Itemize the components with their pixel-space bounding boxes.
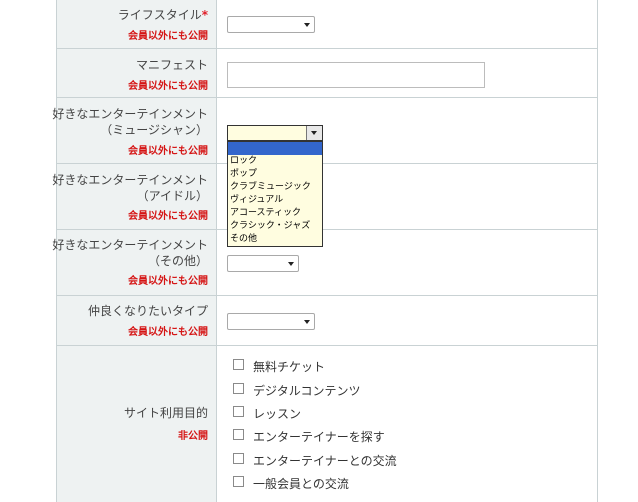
- row-ent-idol: 好きなエンターテインメント （アイドル） 会員以外にも公開: [52, 164, 597, 230]
- ent-idol-label-line1: 好きなエンターテインメント: [52, 173, 208, 187]
- ent-idol-label-line2: （アイドル）: [136, 189, 208, 203]
- dropdown-option[interactable]: [228, 142, 322, 155]
- checkbox[interactable]: [233, 429, 244, 440]
- dropdown-option[interactable]: ポップ: [228, 168, 322, 181]
- ent-other-label-line2: （その他）: [147, 254, 208, 268]
- checkbox[interactable]: [233, 406, 244, 417]
- visibility-badge: 会員以外にも公開: [128, 146, 208, 157]
- manifest-input[interactable]: [227, 62, 485, 88]
- visibility-badge: 会員以外にも公開: [128, 31, 208, 42]
- manifest-label: マニフェスト: [135, 58, 208, 72]
- visibility-badge: 会員以外にも公開: [128, 327, 208, 338]
- visibility-badge: 会員以外にも公開: [128, 211, 208, 222]
- label-cell: ライフスタイル* 会員以外にも公開: [57, 0, 217, 48]
- checkbox-label: エンターテイナーとの交流: [253, 454, 397, 468]
- row-ent-music: 好きなエンターテインメント （ミュージシャン） 会員以外にも公開: [52, 98, 597, 164]
- checkbox[interactable]: [233, 383, 244, 394]
- checkbox-label: 無料チケット: [253, 360, 326, 374]
- dropdown-option[interactable]: アコースティック: [228, 207, 322, 220]
- row-lifestyle: ライフスタイル* 会員以外にも公開: [57, 0, 597, 49]
- row-purpose: サイト利用目的 非公開 無料チケット デジタルコンテンツ レッスン エンターテイ…: [57, 346, 597, 502]
- friend-type-select[interactable]: [227, 313, 315, 330]
- chevron-down-icon: [311, 131, 317, 135]
- label-cell: 好きなエンターテインメント （アイドル） 会員以外にも公開: [52, 164, 217, 229]
- ent-music-options: ロック ポップ クラブミュージック ヴィジュアル アコースティック クラシック・…: [227, 141, 323, 247]
- ent-other-label-line1: 好きなエンターテインメント: [52, 238, 208, 252]
- row-friend-type: 仲良くなりたいタイプ 会員以外にも公開: [57, 296, 597, 346]
- lifestyle-select[interactable]: [227, 16, 315, 33]
- checkbox-label: 一般会員との交流: [253, 477, 349, 491]
- row-ent-other: 好きなエンターテインメント （その他） 会員以外にも公開: [52, 230, 597, 296]
- label-cell: マニフェスト 会員以外にも公開: [57, 49, 217, 97]
- ent-other-select[interactable]: [227, 255, 299, 272]
- dropdown-option[interactable]: クラシック・ジャズ: [228, 220, 322, 233]
- label-cell: 好きなエンターテインメント （その他） 会員以外にも公開: [52, 230, 217, 295]
- dropdown-option[interactable]: その他: [228, 233, 322, 246]
- checkbox[interactable]: [233, 359, 244, 370]
- label-cell: サイト利用目的 非公開: [57, 346, 217, 502]
- chevron-down-icon: [304, 320, 310, 324]
- chevron-down-icon: [288, 262, 294, 266]
- checkbox[interactable]: [233, 453, 244, 464]
- dropdown-button[interactable]: [306, 126, 322, 140]
- chevron-down-icon: [304, 23, 310, 27]
- dropdown-option[interactable]: クラブミュージック: [228, 181, 322, 194]
- checkbox-label: レッスン: [253, 407, 302, 421]
- visibility-badge: 会員以外にも公開: [128, 276, 208, 287]
- friend-type-label: 仲良くなりたいタイプ: [87, 304, 208, 318]
- profile-form: ライフスタイル* 会員以外にも公開 マニフェスト 会員以外にも公開 好きなエンタ…: [52, 0, 598, 502]
- ent-music-label-line2: （ミュージシャン）: [100, 123, 208, 137]
- visibility-badge: 非公開: [178, 431, 208, 442]
- checkbox[interactable]: [233, 476, 244, 487]
- ent-music-select[interactable]: [227, 125, 323, 141]
- row-manifest: マニフェスト 会員以外にも公開: [57, 49, 597, 98]
- required-mark: *: [201, 8, 208, 22]
- dropdown-option[interactable]: ヴィジュアル: [228, 194, 322, 207]
- ent-music-label-line1: 好きなエンターテインメント: [52, 107, 208, 121]
- label-cell: 好きなエンターテインメント （ミュージシャン） 会員以外にも公開: [52, 98, 217, 163]
- purpose-label: サイト利用目的: [123, 406, 208, 420]
- checkbox-label: エンターテイナーを探す: [253, 430, 385, 444]
- lifestyle-label: ライフスタイル: [117, 8, 202, 22]
- visibility-badge: 会員以外にも公開: [128, 81, 208, 92]
- checkbox-label: デジタルコンテンツ: [253, 384, 361, 398]
- dropdown-option[interactable]: ロック: [228, 155, 322, 168]
- label-cell: 仲良くなりたいタイプ 会員以外にも公開: [57, 296, 217, 345]
